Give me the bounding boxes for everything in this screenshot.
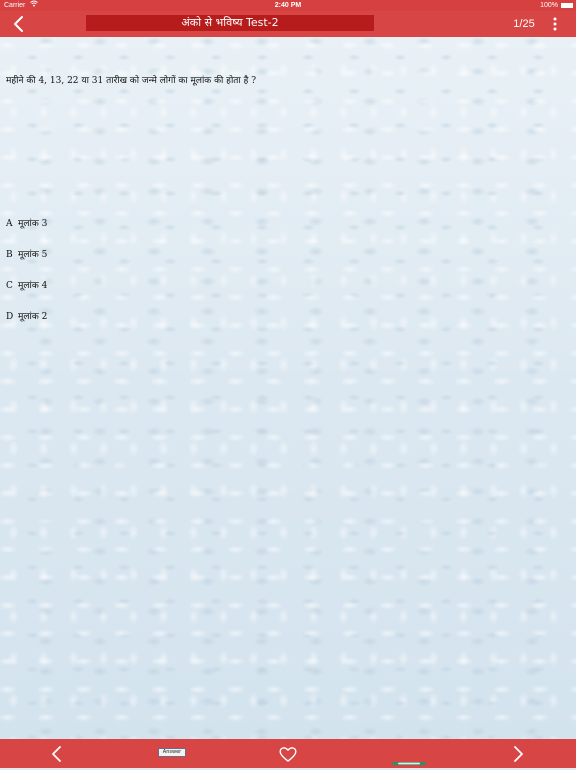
more-button[interactable]	[550, 15, 560, 33]
more-vertical-icon	[553, 17, 557, 31]
question-text: महीने की 4, 13, 22 या 31 तारीख को जन्मे …	[6, 76, 257, 86]
bottom-toolbar: Answer	[0, 739, 576, 768]
option-letter: B	[6, 250, 13, 260]
option-label: मूलांक 3	[18, 219, 48, 229]
answer-button[interactable]: Answer	[158, 748, 186, 757]
chevron-left-icon	[14, 16, 23, 32]
slider-icon	[392, 762, 426, 765]
option-label: मूलांक 2	[18, 312, 48, 322]
chevron-right-icon	[514, 746, 523, 762]
battery-percent: 100%	[540, 2, 558, 9]
option-b[interactable]: B मूलांक 5	[6, 249, 206, 261]
battery-icon	[561, 3, 573, 8]
option-letter: C	[6, 281, 13, 291]
option-label: मूलांक 4	[18, 281, 48, 291]
option-letter: D	[6, 312, 14, 322]
option-label: मूलांक 5	[18, 250, 48, 260]
option-d[interactable]: D मूलांक 2	[6, 311, 206, 323]
favorite-button[interactable]	[277, 743, 299, 765]
option-letter: A	[6, 219, 13, 229]
chevron-left-icon	[52, 746, 61, 762]
heart-icon	[279, 747, 297, 762]
option-a[interactable]: A मूलांक 3	[6, 218, 206, 230]
previous-button[interactable]	[46, 743, 68, 765]
nav-bar: अंको से भविष्य Test-2 1/25	[0, 11, 576, 37]
font-size-slider[interactable]	[392, 751, 426, 765]
back-button[interactable]	[10, 13, 28, 35]
question-counter: 1/25	[513, 18, 535, 30]
question-panel: महीने की 4, 13, 22 या 31 तारीख को जन्मे …	[0, 37, 576, 739]
option-c[interactable]: C मूलांक 4	[6, 280, 206, 292]
next-button[interactable]	[507, 743, 529, 765]
status-time: 2:40 PM	[274, 2, 302, 9]
status-bar: Carrier 2:40 PM 100%	[0, 0, 576, 11]
page-title: अंको से भविष्य Test-2	[86, 15, 374, 31]
